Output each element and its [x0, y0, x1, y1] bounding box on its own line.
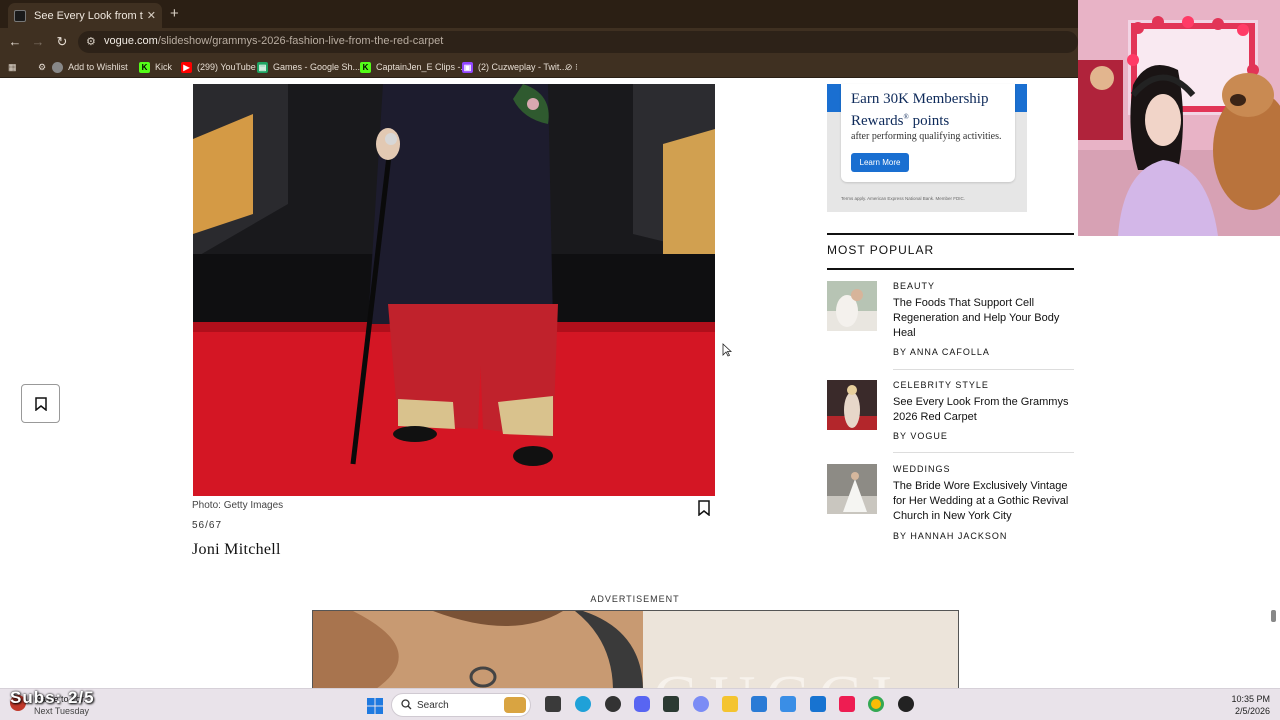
gucci-logo-text: GUCCI [653, 661, 902, 688]
article-category[interactable]: BEAUTY [893, 281, 935, 291]
store-icon[interactable] [751, 696, 767, 712]
apps-grid-icon[interactable]: ▦ [8, 60, 17, 74]
article-category[interactable]: WEDDINGS [893, 464, 951, 474]
edge-icon[interactable] [575, 696, 591, 712]
vectorworks-icon[interactable] [780, 696, 796, 712]
most-popular-heading: MOST POPULAR [827, 243, 935, 257]
windows-start-icon[interactable] [367, 698, 383, 714]
clock-date: 2/5/2026 [1234, 706, 1270, 716]
new-tab-button[interactable]: + [170, 5, 179, 22]
article-byline[interactable]: BY ANNA CAFOLLA [893, 347, 990, 357]
article-byline[interactable]: BY VOGUE [893, 431, 948, 441]
youtube-icon: ▶ [181, 61, 192, 73]
webcam-overlay [1078, 0, 1280, 236]
photo-credit: Photo: Getty Images [192, 500, 284, 511]
subs-counter-overlay: Subs: 2/5 [10, 688, 95, 707]
reload-icon[interactable]: ↻ [53, 33, 71, 51]
save-slide-bookmark-icon[interactable] [697, 500, 711, 516]
article-headline[interactable]: The Foods That Support Cell Regeneration… [893, 296, 1074, 341]
article-headline[interactable]: See Every Look From the Grammys 2026 Red… [893, 395, 1074, 425]
copilot-icon[interactable] [693, 696, 709, 712]
sheets-icon: ▤ [257, 61, 268, 73]
learn-more-button[interactable]: Learn More [851, 153, 909, 172]
bookmark-twitch[interactable]: ▣ (2) Cuzweplay - Twit... [462, 60, 567, 74]
bookmark-google-sheets[interactable]: ▤ Games - Google Sh... [257, 60, 360, 74]
mouse-cursor-icon [722, 343, 732, 357]
address-bar[interactable]: ⚙ vogue.com/slideshow/grammys-2026-fashi… [78, 31, 1078, 53]
article-category[interactable]: CELEBRITY STYLE [893, 380, 989, 390]
wishlist-icon [52, 61, 64, 73]
back-arrow-icon[interactable]: ← [6, 33, 24, 51]
chrome-icon[interactable] [868, 696, 884, 712]
terminal-icon[interactable] [663, 696, 679, 712]
vogue-favicon-icon [14, 9, 26, 22]
site-info-icon[interactable]: ⚙ [86, 35, 96, 48]
advertisement-label: ADVERTISEMENT [590, 594, 680, 604]
most-popular-item[interactable]: WEDDINGS The Bride Wore Exclusively Vint… [827, 464, 1074, 544]
search-placeholder: Search [417, 700, 449, 711]
article-thumbnail[interactable] [827, 464, 877, 514]
bookmark-youtube[interactable]: ▶ (299) YouTube [181, 60, 256, 74]
most-popular-item[interactable]: CELEBRITY STYLE See Every Look From the … [827, 380, 1074, 460]
outlook-icon[interactable] [810, 696, 826, 712]
tiktok-icon[interactable] [839, 696, 855, 712]
bookmark-icon [35, 397, 47, 411]
tab-close-icon[interactable]: ✕ [147, 9, 156, 22]
discord-icon[interactable] [634, 696, 650, 712]
settings-gear-icon: ⚙ [38, 61, 47, 72]
bookmark-captainjen-clips[interactable]: K CaptainJen_E Clips -... [360, 60, 468, 74]
4k-icon[interactable] [898, 696, 914, 712]
amex-ad-subtext: after performing qualifying activities. [851, 131, 1002, 142]
file-manager-icon[interactable] [545, 696, 561, 712]
search-icon [401, 699, 412, 710]
amex-ad-terms: Terms apply. American Express National B… [841, 196, 965, 201]
url-text[interactable]: vogue.com/slideshow/grammys-2026-fashion… [104, 35, 443, 47]
scrollbar-thumb[interactable] [1271, 610, 1276, 622]
slide-counter: 56/67 [192, 520, 223, 531]
article-thumbnail[interactable] [827, 380, 877, 430]
browser-toolbar: ← → ↻ ⚙ vogue.com/slideshow/grammys-2026… [0, 28, 1078, 56]
most-popular-bottom-rule [827, 268, 1074, 270]
slide-photo[interactable] [193, 84, 715, 496]
kick-icon: K [139, 61, 150, 73]
taskbar-search-input[interactable]: Search [391, 693, 531, 717]
gucci-ad[interactable]: GUCCI [312, 610, 959, 688]
tab-title: See Every Look from the 2026 G [34, 9, 143, 22]
kick-icon: K [360, 61, 371, 73]
active-tab[interactable]: See Every Look from the 2026 G ✕ [8, 3, 162, 28]
more-bookmarks-icon[interactable]: ⊘ ⁝ [565, 60, 578, 74]
search-highlight-icon [504, 697, 526, 713]
amex-ad-card: Earn 30K Membership Rewards® points afte… [841, 84, 1015, 182]
most-popular-item[interactable]: BEAUTY The Foods That Support Cell Regen… [827, 281, 1074, 371]
folder-icon[interactable] [722, 696, 738, 712]
twitch-icon: ▣ [462, 61, 473, 73]
forward-arrow-icon[interactable]: → [29, 33, 47, 51]
save-article-button[interactable] [21, 384, 60, 423]
item-separator [893, 369, 1074, 370]
amex-ad-headline: Earn 30K Membership Rewards® points [851, 91, 989, 129]
most-popular-top-rule [827, 233, 1074, 235]
windows-taskbar: Game to Lor... Next Tuesday Subs: 2/5 Se… [0, 688, 1280, 720]
bookmark-kick[interactable]: K Kick [139, 60, 172, 74]
article-byline[interactable]: BY HANNAH JACKSON [893, 531, 1007, 541]
article-thumbnail[interactable] [827, 281, 877, 331]
item-separator [893, 452, 1074, 453]
amex-ad[interactable]: Earn 30K Membership Rewards® points afte… [827, 84, 1027, 212]
bookmark-add-to-wishlist[interactable]: ⚙ Add to Wishlist [38, 60, 128, 74]
slide-title: Joni Mitchell [192, 541, 281, 558]
clock-time: 10:35 PM [1231, 694, 1270, 704]
article-headline[interactable]: The Bride Wore Exclusively Vintage for H… [893, 479, 1074, 524]
bookmarks-bar: ▦ ⚙ Add to Wishlist K Kick ▶ (299) YouTu… [0, 56, 1078, 78]
obs-icon[interactable] [605, 696, 621, 712]
tab-strip: See Every Look from the 2026 G ✕ + [0, 0, 1078, 28]
system-clock[interactable]: 10:35 PM 2/5/2026 [1222, 693, 1270, 717]
